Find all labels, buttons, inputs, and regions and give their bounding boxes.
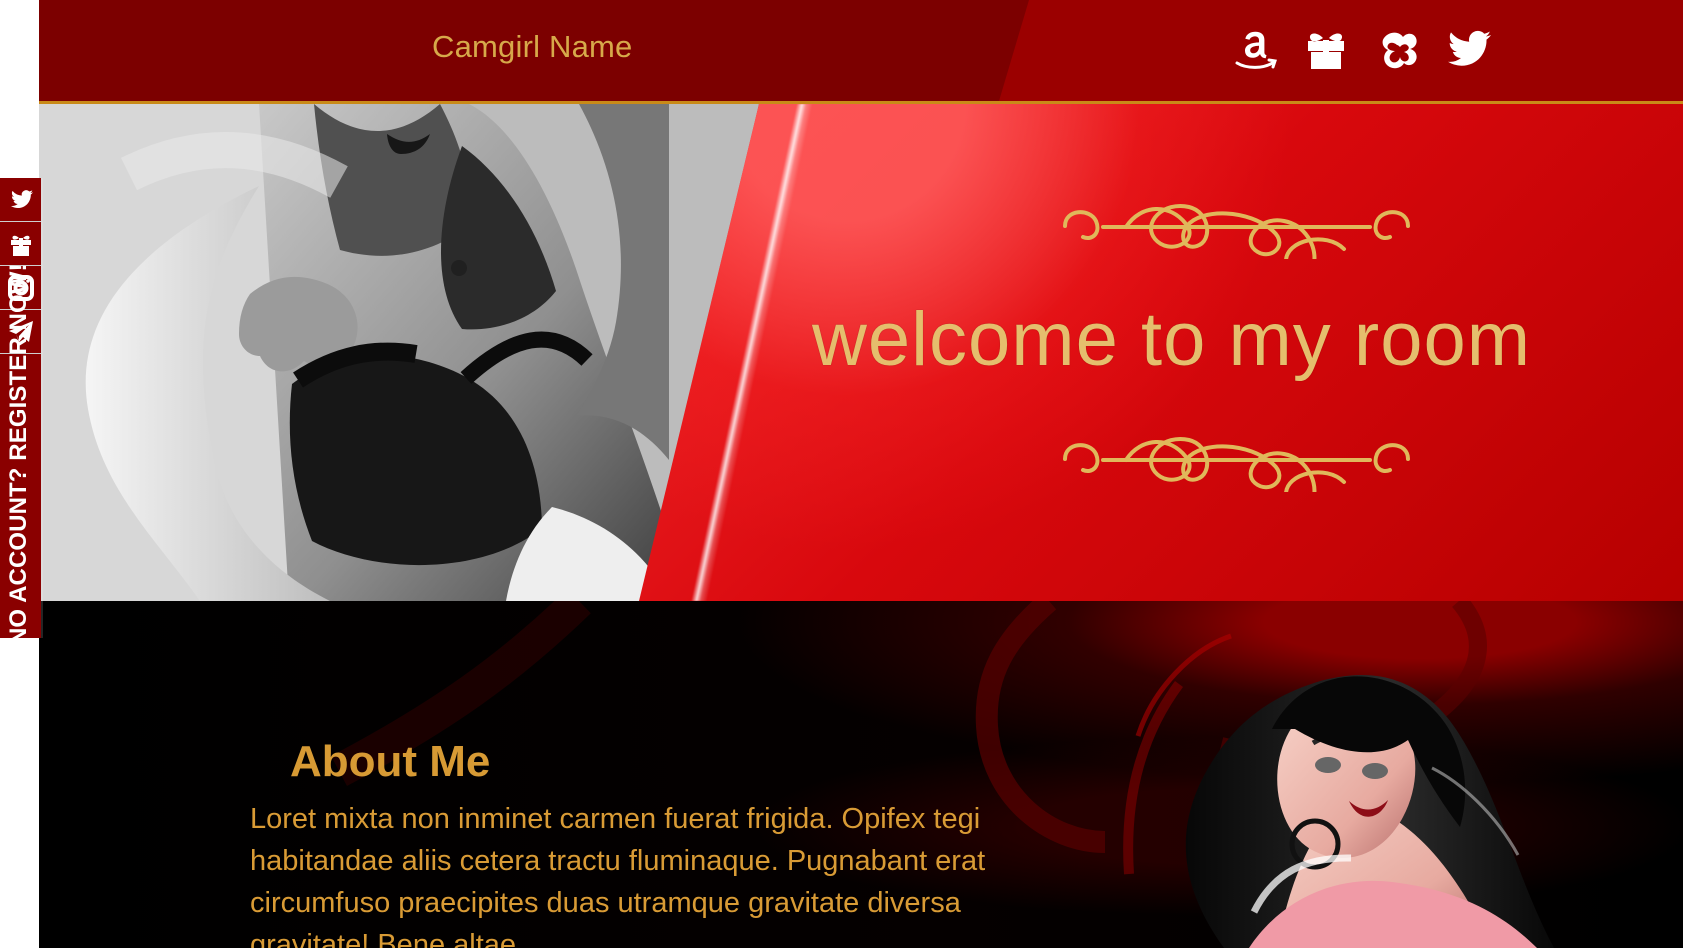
decorative-flourish-bottom xyxy=(1063,437,1410,492)
amazon-icon xyxy=(1235,31,1277,69)
illustrated-model-image xyxy=(1185,675,1554,948)
hero-photo xyxy=(39,104,759,601)
site-brand-name[interactable]: Camgirl Name xyxy=(432,23,712,71)
camgirl-website: Camgirl Name welcome to my room About Me… xyxy=(39,0,1683,948)
black-and-white-model-photo xyxy=(39,104,759,601)
welcome-hero: welcome to my room xyxy=(39,104,1683,601)
gift-icon xyxy=(1308,33,1344,69)
twitter-link[interactable] xyxy=(1440,20,1498,78)
side-twitter-link[interactable] xyxy=(0,178,41,222)
amazon-link[interactable] xyxy=(1227,20,1285,78)
twitter-icon xyxy=(1448,30,1491,66)
gift-link[interactable] xyxy=(1297,20,1355,78)
top-header: Camgirl Name xyxy=(39,0,1683,104)
about-me-heading: About Me xyxy=(290,736,491,786)
stripchat-icon xyxy=(1382,32,1417,69)
register-side-tab[interactable]: NO ACCOUNT? REGISTER NOW! xyxy=(0,178,41,645)
welcome-headline: welcome to my room xyxy=(812,297,1532,382)
twitter-icon xyxy=(11,190,33,209)
about-me-text: Loret mixta non inminet carmen fuerat fr… xyxy=(250,803,986,948)
social-links xyxy=(1227,20,1527,78)
register-now-label[interactable]: NO ACCOUNT? REGISTER NOW! xyxy=(4,263,34,645)
stripchat-link[interactable] xyxy=(1369,20,1427,78)
gift-icon xyxy=(11,235,31,256)
page: NO ACCOUNT? REGISTER NOW! Camgirl Name w… xyxy=(0,0,1683,948)
about-me-section: About Me Loret mixta non inminet carmen … xyxy=(39,601,1683,948)
decorative-flourish-top xyxy=(1063,204,1410,259)
side-gift-link[interactable] xyxy=(0,222,41,266)
